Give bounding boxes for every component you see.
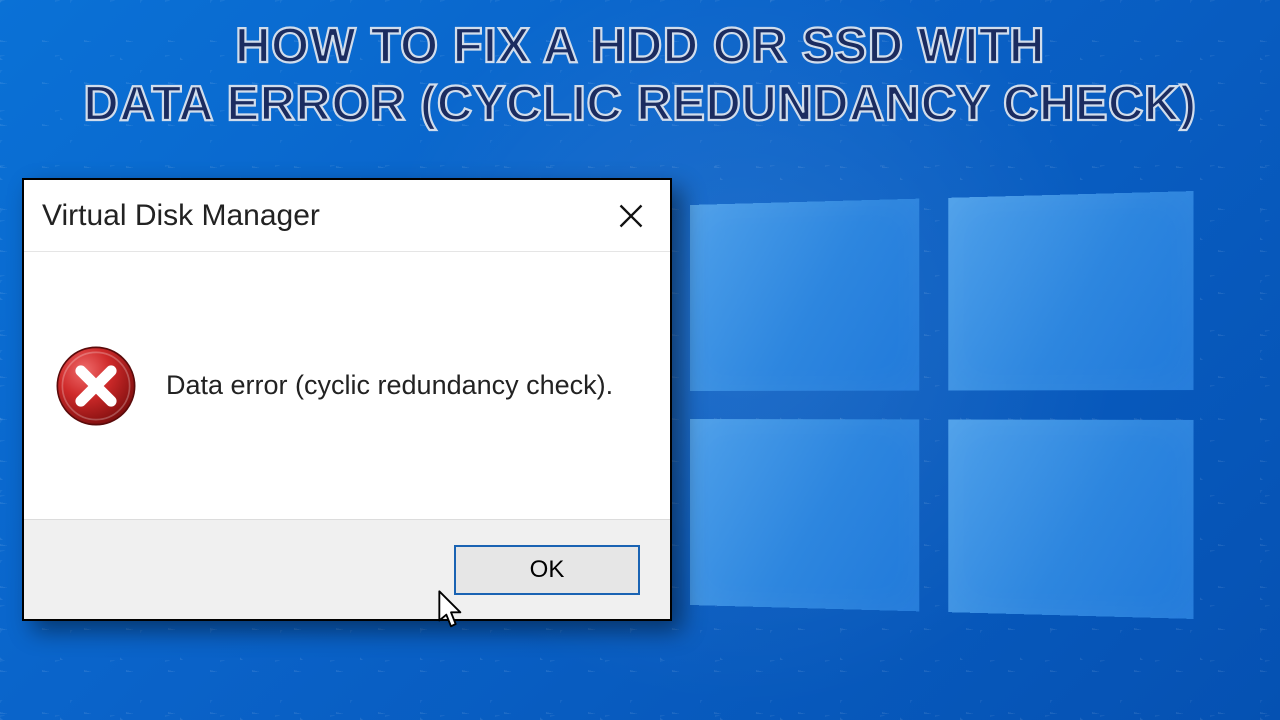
error-dialog: Virtual Disk Manager Data error (cyclic … xyxy=(22,178,672,621)
dialog-message: Data error (cyclic redundancy check). xyxy=(166,370,613,401)
close-button[interactable] xyxy=(592,180,670,252)
dialog-body: Data error (cyclic redundancy check). xyxy=(24,252,670,519)
tutorial-headline: HOW TO FIX A HDD OR SSD WITH DATA ERROR … xyxy=(0,18,1280,134)
dialog-button-bar: OK xyxy=(24,519,670,619)
close-icon xyxy=(617,202,645,230)
headline-line-1: HOW TO FIX A HDD OR SSD WITH xyxy=(0,18,1280,76)
dialog-title: Virtual Disk Manager xyxy=(42,199,320,233)
ok-button[interactable]: OK xyxy=(454,545,640,595)
dialog-titlebar[interactable]: Virtual Disk Manager xyxy=(24,180,670,252)
windows-logo-icon xyxy=(690,191,1193,619)
error-x-icon xyxy=(54,344,138,428)
headline-line-2: DATA ERROR (CYCLIC REDUNDANCY CHECK) xyxy=(0,76,1280,134)
